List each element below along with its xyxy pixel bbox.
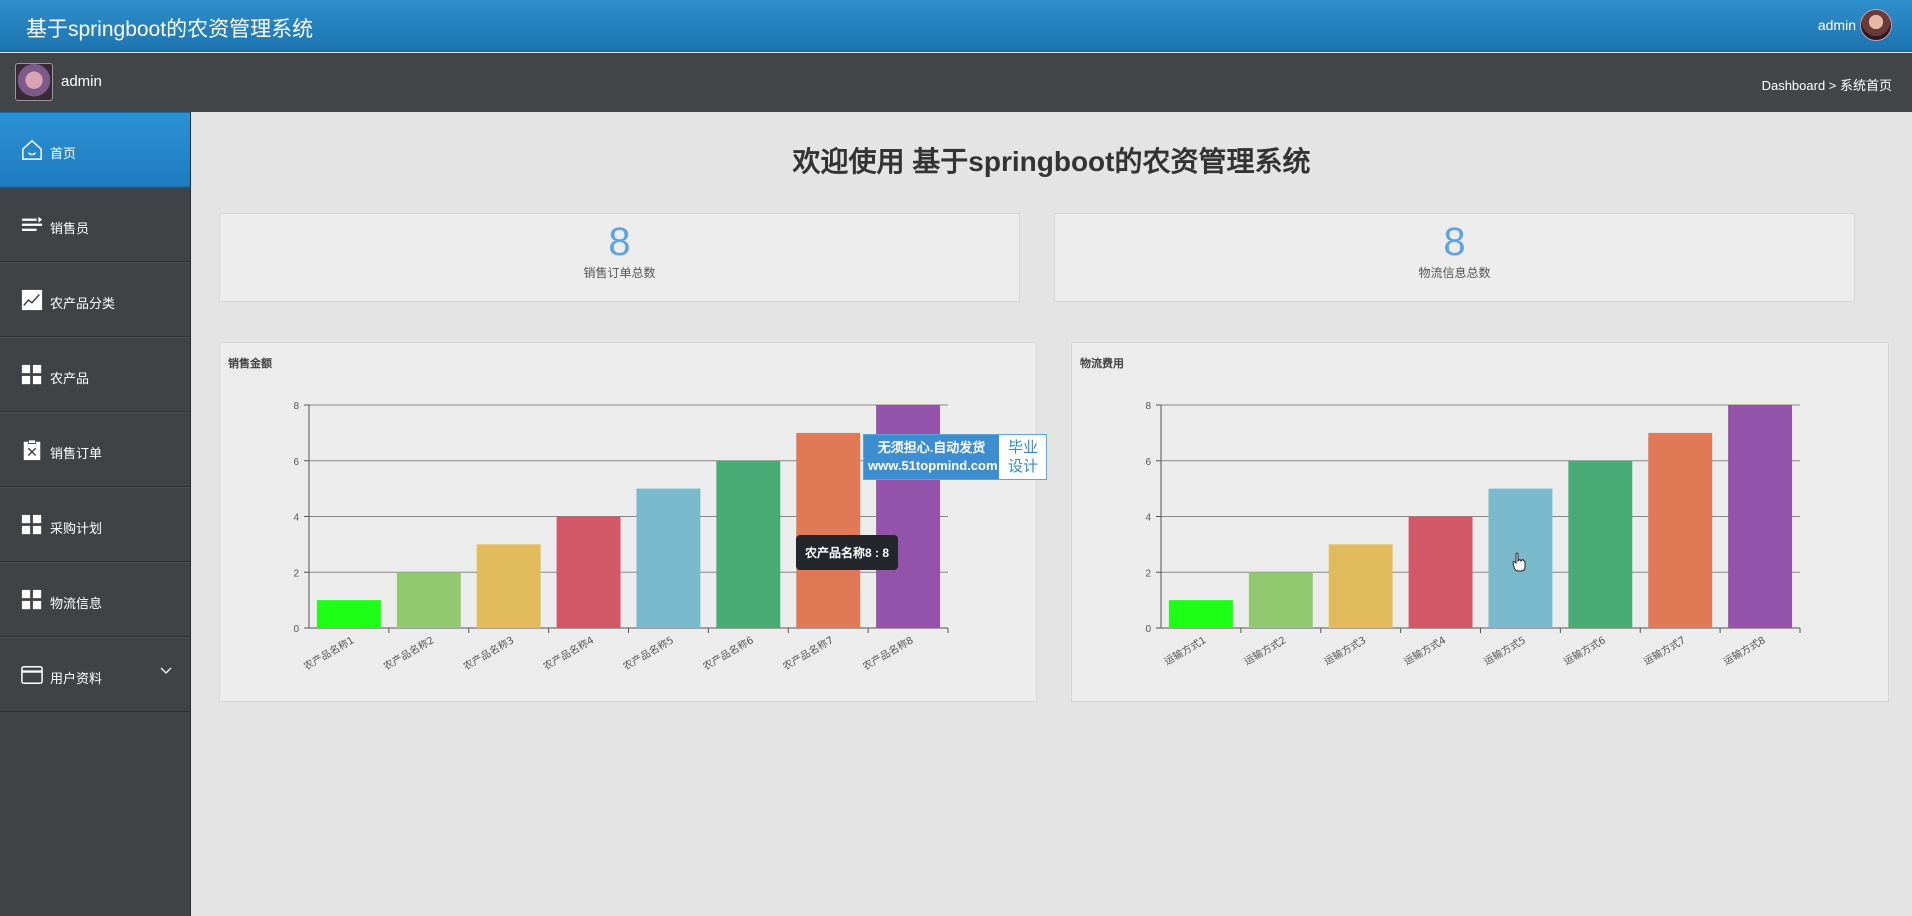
bar[interactable] xyxy=(1568,460,1633,628)
sidebar-item-label: 采购计划 xyxy=(50,521,103,536)
x-tick-label: 运输方式4 xyxy=(1401,633,1448,667)
x-tick-label: 运输方式1 xyxy=(1162,633,1209,667)
grid-icon xyxy=(21,364,42,385)
x-tick-label: 农产品名称8 xyxy=(860,633,915,672)
x-tick-label: 农产品名称3 xyxy=(461,633,516,672)
logistics-cost-bar-chart[interactable]: 0 2 4 6 8 运输方式1 运输方式2 运输方式3 运输方式4 运输方式5 运输方式6 运输方式7… xyxy=(1072,343,1890,701)
y-tick-label: 6 xyxy=(293,457,299,468)
sidebar-item-label: 农产品分类 xyxy=(50,296,116,311)
x-tick-label: 运输方式5 xyxy=(1481,633,1528,667)
x-tick-label: 运输方式7 xyxy=(1641,633,1688,667)
bar[interactable] xyxy=(1168,600,1233,628)
x-tick-label: 农产品名称4 xyxy=(541,633,596,672)
sidebar-item-product[interactable]: 农产品 xyxy=(0,337,190,412)
stat-label: 物流信息总数 xyxy=(1418,266,1491,280)
bar[interactable] xyxy=(556,516,621,629)
y-tick-label: 8 xyxy=(1145,401,1151,412)
sub-header: admin Dashboard > 系统首页 xyxy=(0,53,1912,112)
bar[interactable] xyxy=(716,460,781,628)
chart-panel-sales-amount: 销售金额 0 2 4 6 8 农产品名称1 农产品名称2 农产品名称3 农产品名称4 农产品名称5… xyxy=(219,342,1037,702)
x-tick-label: 农产品名称5 xyxy=(621,633,676,672)
sales-amount-bar-chart[interactable]: 0 2 4 6 8 农产品名称1 农产品名称2 农产品名称3 农产品名称4 农产品名称5 农产品名称… xyxy=(220,343,1038,701)
top-header: 基于springboot的农资管理系统 admin xyxy=(0,0,1912,52)
sidebar-item-label: 首页 xyxy=(50,146,77,161)
breadcrumb[interactable]: Dashboard > 系统首页 xyxy=(1762,75,1892,94)
sidebar-user-avatar xyxy=(15,63,53,101)
bar[interactable] xyxy=(1408,516,1473,629)
watermark-left: 无须担心.自动发货 www.51topmind.com xyxy=(864,435,999,479)
watermark-badge[interactable]: 无须担心.自动发货 www.51topmind.com 毕业 设计 xyxy=(863,434,1047,480)
stat-label: 销售订单总数 xyxy=(583,266,656,280)
watermark-line: www.51topmind.com xyxy=(868,458,998,473)
chart-panel-logistics-cost: 物流费用 0 2 4 6 8 运输方式1 运输方式2 运输方式3 运输方式4 运输方式5 运输方式6… xyxy=(1071,342,1889,702)
y-tick-label: 8 xyxy=(293,401,299,412)
grid-icon xyxy=(21,589,42,610)
bar[interactable] xyxy=(316,600,381,628)
page-title: 欢迎使用 基于springboot的农资管理系统 xyxy=(792,146,1311,177)
sidebar-item-label: 物流信息 xyxy=(50,596,103,611)
x-tick-label: 农产品名称2 xyxy=(381,633,436,672)
x-tick-label: 农产品名称1 xyxy=(301,633,356,672)
bar[interactable] xyxy=(1328,544,1393,628)
watermark-line: 设计 xyxy=(1007,458,1038,475)
list-icon xyxy=(21,216,43,231)
card-icon xyxy=(21,666,43,684)
y-tick-label: 0 xyxy=(293,624,299,635)
bar[interactable] xyxy=(796,432,861,628)
watermark-right: 毕业 设计 xyxy=(1000,435,1046,479)
x-tick-label: 运输方式6 xyxy=(1561,633,1608,667)
sidebar-item-label: 销售订单 xyxy=(50,446,103,461)
sidebar-item-label: 用户资料 xyxy=(50,671,103,686)
main-content: 欢迎使用 基于springboot的农资管理系统 8 销售订单总数 8 物流信息… xyxy=(191,112,1912,916)
sidebar-item-user-profile[interactable]: 用户资料 xyxy=(0,637,190,712)
sidebar-item-product-category[interactable]: 农产品分类 xyxy=(0,262,190,337)
stat-card-logistics: 8 物流信息总数 xyxy=(1054,213,1855,302)
bar[interactable] xyxy=(1648,432,1713,628)
sidebar-user-name: admin xyxy=(61,73,102,90)
sidebar-item-salesperson[interactable]: 销售员 xyxy=(0,187,190,262)
header-avatar[interactable] xyxy=(1860,9,1892,41)
header-username[interactable]: admin xyxy=(1818,17,1856,33)
y-tick-label: 0 xyxy=(1145,624,1151,635)
app-title: 基于springboot的农资管理系统 xyxy=(26,18,314,41)
sidebar-item-logistics[interactable]: 物流信息 xyxy=(0,562,190,637)
hand-cursor-icon xyxy=(1512,552,1526,572)
x-tick-label: 运输方式8 xyxy=(1721,633,1768,667)
stat-value: 8 xyxy=(608,220,631,264)
bar[interactable] xyxy=(636,488,701,628)
grid-icon xyxy=(21,514,42,535)
y-tick-label: 4 xyxy=(293,513,299,524)
x-tick-label: 运输方式3 xyxy=(1322,633,1369,667)
stat-card-sales-orders: 8 销售订单总数 xyxy=(219,213,1020,302)
chart-tooltip: 农产品名称8 : 8 xyxy=(796,535,899,570)
bar[interactable] xyxy=(1728,405,1793,628)
watermark-line: 无须担心.自动发货 xyxy=(877,440,986,455)
plot-area: 0 2 4 6 8 运输方式1 运输方式2 运输方式3 运输方式4 运输方式5 运输方式6 运输方式7… xyxy=(1145,401,1801,668)
watermark-line: 毕业 xyxy=(1007,439,1038,456)
x-tick-label: 农产品名称6 xyxy=(700,633,755,672)
chart-line-icon xyxy=(21,289,43,311)
sidebar-item-sales-order[interactable]: 销售订单 xyxy=(0,412,190,487)
y-tick-label: 4 xyxy=(1145,513,1151,524)
sidebar-item-purchase-plan[interactable]: 采购计划 xyxy=(0,487,190,562)
bar[interactable] xyxy=(476,544,541,628)
home-icon xyxy=(22,139,42,160)
sidebar-item-home[interactable]: 首页 xyxy=(0,112,190,187)
sidebar: 首页 销售员 农产品分类 农产品 销售订单 采购计划 物流信息 用户资料 xyxy=(0,112,191,916)
clipboard-icon xyxy=(23,439,41,461)
y-tick-label: 6 xyxy=(1145,457,1151,468)
sidebar-item-label: 销售员 xyxy=(50,221,90,236)
bar[interactable] xyxy=(1248,572,1313,628)
bar[interactable] xyxy=(396,572,461,628)
x-tick-label: 农产品名称7 xyxy=(780,633,835,672)
x-tick-label: 运输方式2 xyxy=(1242,633,1289,667)
stat-value: 8 xyxy=(1443,220,1466,264)
sidebar-item-label: 农产品 xyxy=(50,371,90,386)
y-tick-label: 2 xyxy=(1145,568,1151,579)
chevron-down-icon xyxy=(160,667,172,674)
y-tick-label: 2 xyxy=(293,568,299,579)
